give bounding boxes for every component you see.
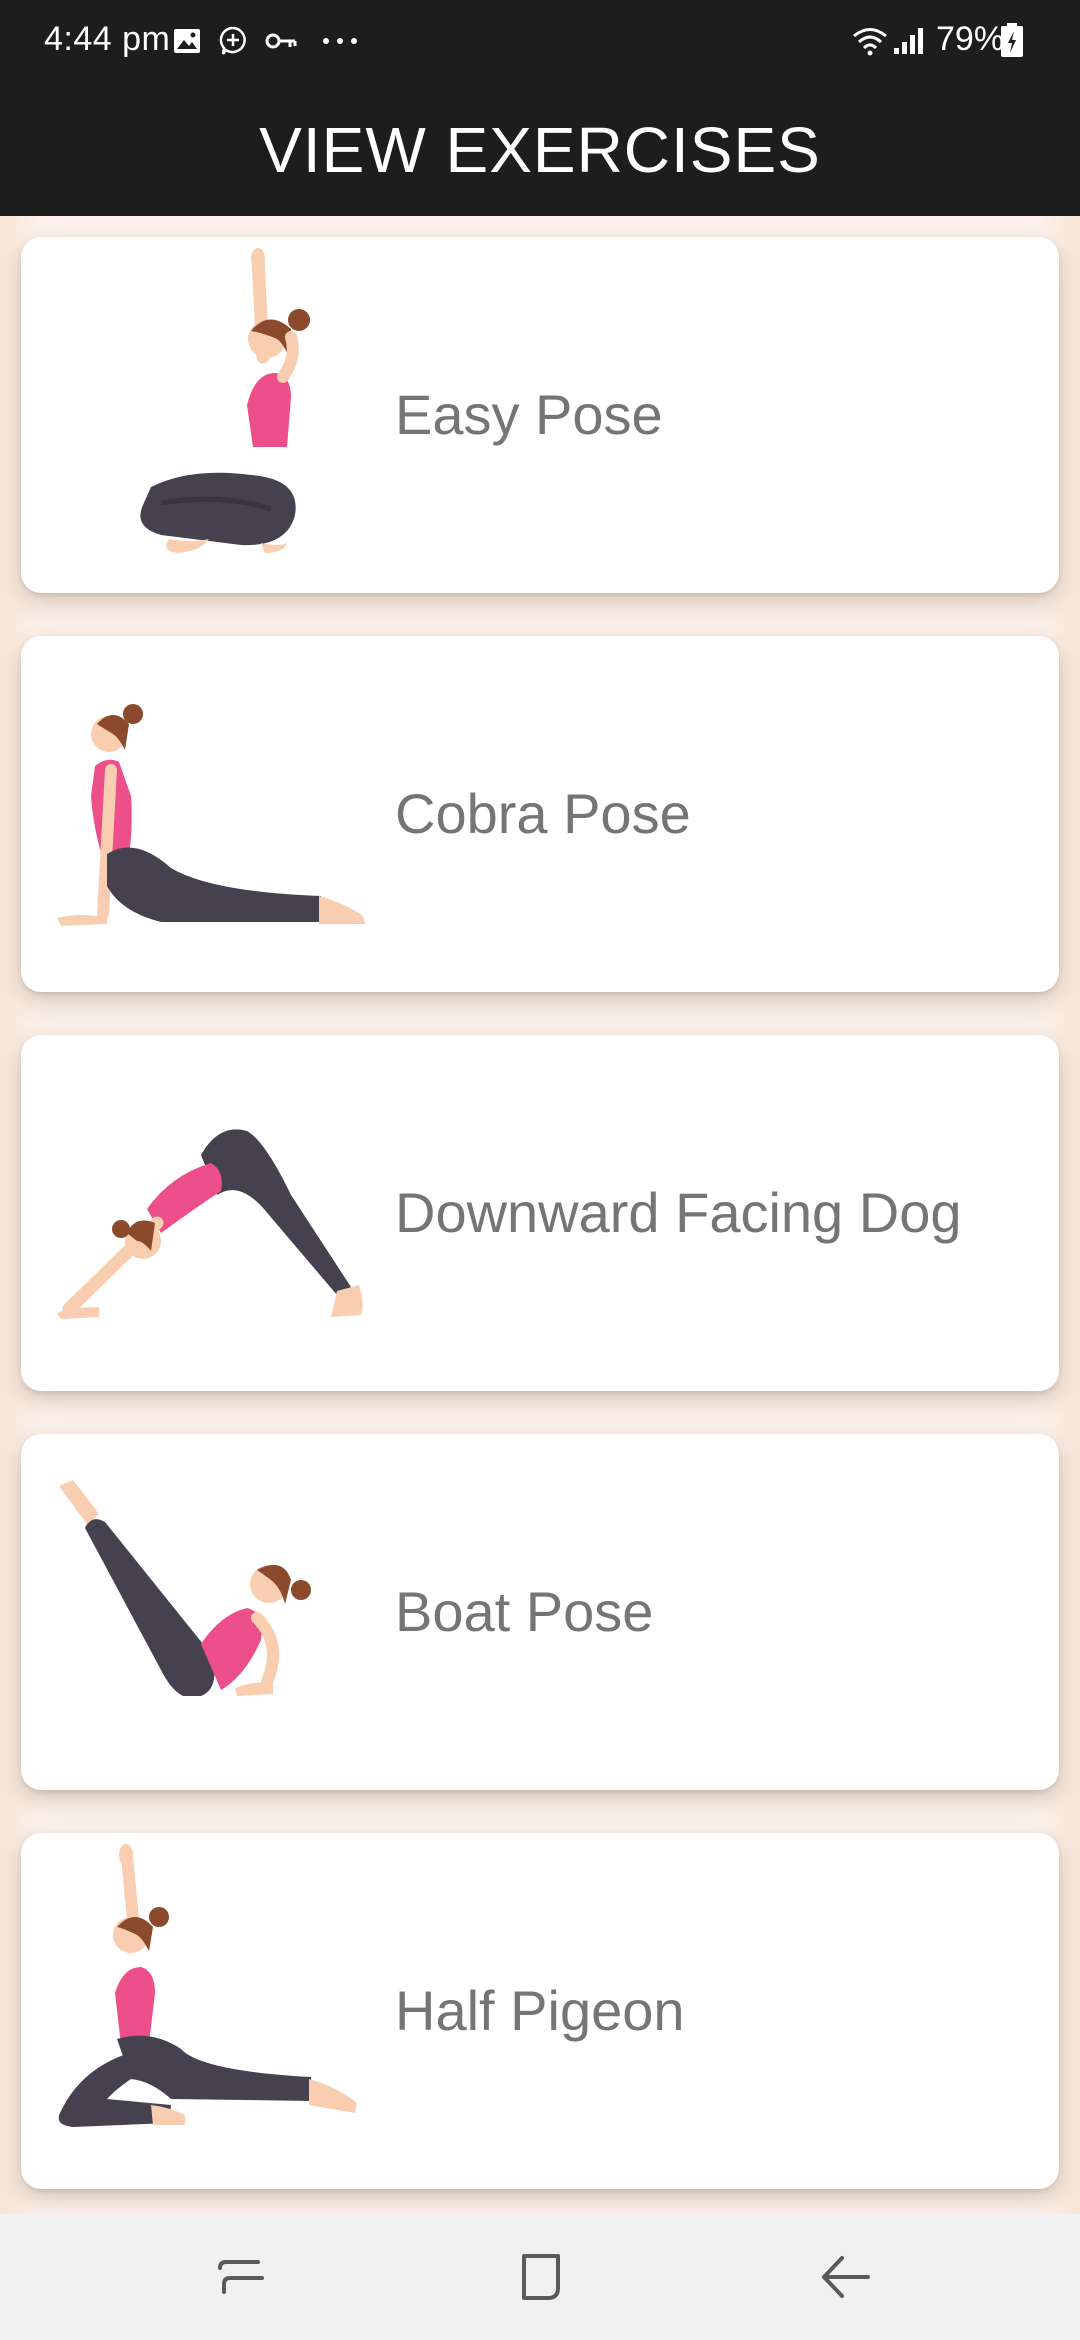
exercise-label: Half Pigeon — [395, 1979, 685, 2042]
exercise-card-boat-pose[interactable]: Boat Pose — [21, 1434, 1059, 1790]
page-title: VIEW EXERCISES — [259, 114, 821, 186]
exercise-label: Easy Pose — [395, 383, 663, 446]
signal-icon — [894, 28, 923, 54]
chat-add-icon — [219, 26, 246, 55]
more-dots-icon — [323, 38, 357, 44]
downward-dog-illustration — [57, 1129, 363, 1319]
exercise-list[interactable]: Easy Pose Cobra Pose Downward Facing Dog… — [0, 216, 1080, 2214]
exercise-card-downward-dog[interactable]: Downward Facing Dog — [21, 1035, 1059, 1391]
exercise-label: Boat Pose — [395, 1580, 654, 1643]
easy-pose-illustration — [140, 248, 310, 553]
battery-icon — [1001, 23, 1023, 57]
recents-icon[interactable] — [208, 2244, 274, 2310]
boat-pose-illustration — [59, 1480, 311, 1696]
status-time: 4:44 pm — [44, 20, 171, 58]
back-icon[interactable] — [812, 2244, 878, 2310]
home-icon[interactable] — [508, 2244, 574, 2310]
navigation-bar — [0, 2214, 1080, 2340]
exercise-card-easy-pose[interactable]: Easy Pose — [21, 237, 1059, 593]
key-icon — [265, 33, 297, 49]
battery-percent: 79% — [936, 20, 1005, 58]
app-bar: VIEW EXERCISES — [0, 84, 1080, 216]
half-pigeon-illustration — [58, 1844, 357, 2127]
exercise-label: Downward Facing Dog — [395, 1181, 962, 1244]
status-bar: 4:44 pm 79% — [0, 0, 1080, 84]
image-icon — [174, 29, 200, 53]
wifi-icon — [853, 28, 887, 56]
cobra-pose-illustration — [57, 704, 365, 926]
exercise-label: Cobra Pose — [395, 782, 691, 845]
exercise-card-half-pigeon[interactable]: Half Pigeon — [21, 1833, 1059, 2189]
exercise-card-cobra-pose[interactable]: Cobra Pose — [21, 636, 1059, 992]
